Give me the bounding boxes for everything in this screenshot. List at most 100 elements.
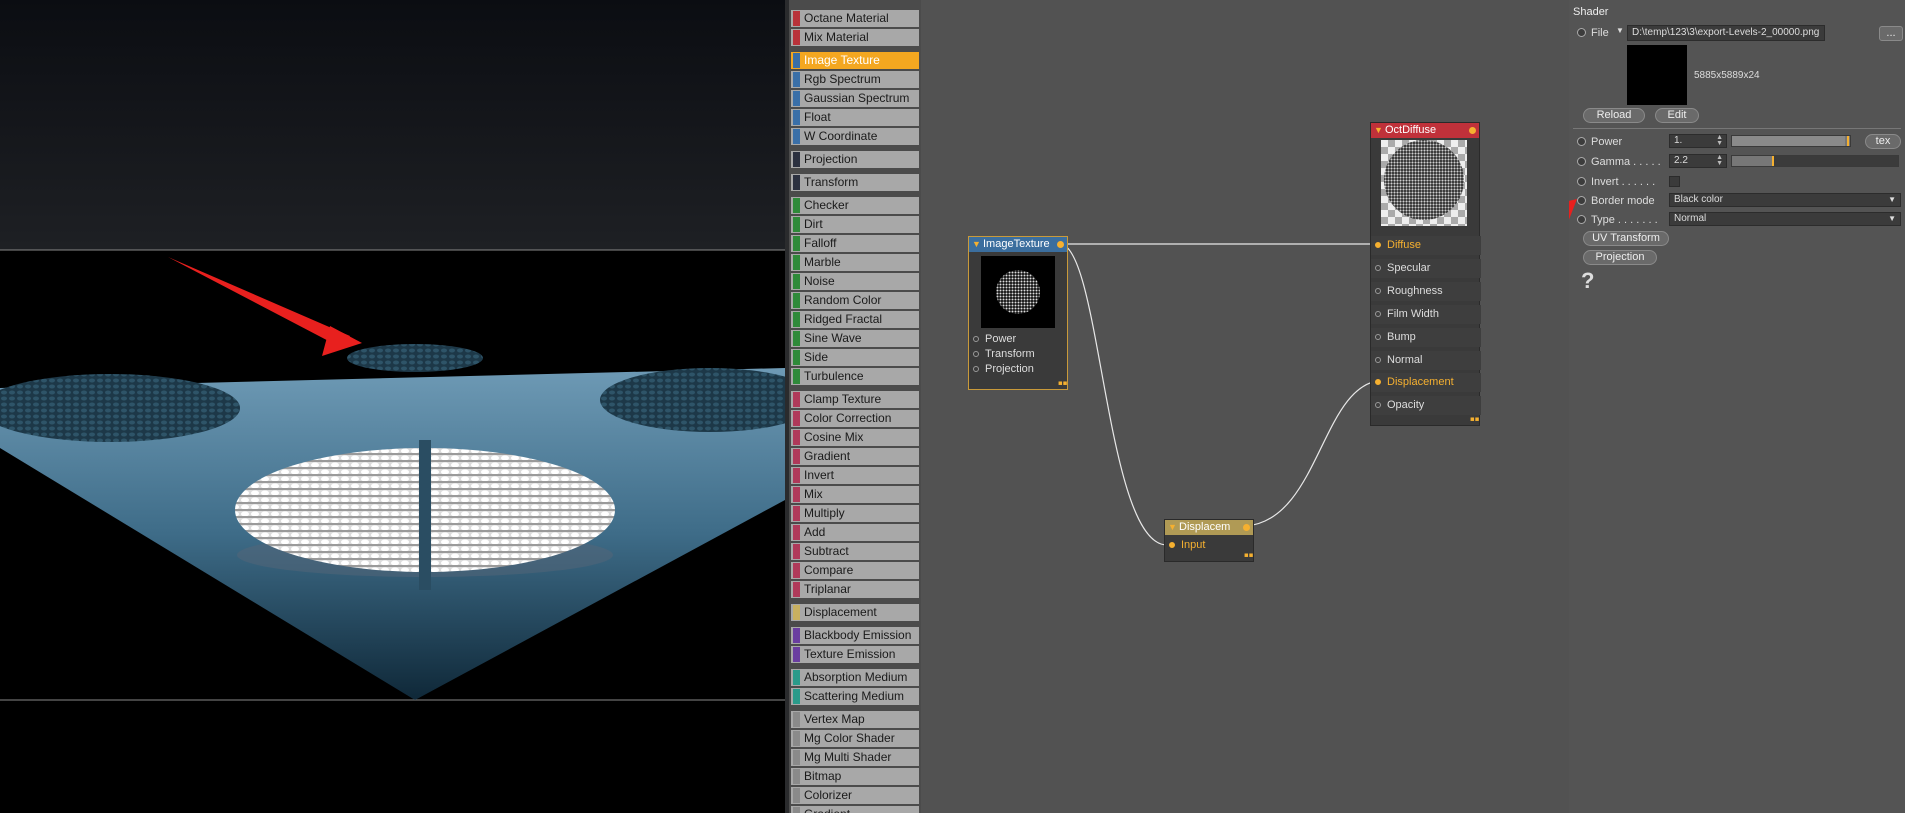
node-category-item[interactable]: Mix <box>791 486 919 503</box>
gamma-slider[interactable] <box>1731 155 1899 167</box>
category-color-swatch <box>793 468 800 483</box>
category-color-swatch <box>793 331 800 346</box>
port-bump[interactable]: Bump <box>1371 328 1481 347</box>
node-category-item[interactable]: Ridged Fractal <box>791 311 919 328</box>
node-category-item[interactable]: Color Correction <box>791 410 919 427</box>
node-category-item[interactable]: Noise <box>791 273 919 290</box>
port-normal[interactable]: Normal <box>1371 351 1481 370</box>
collapse-triangle-icon[interactable]: ▼ <box>972 237 981 252</box>
uv-transform-button[interactable]: UV Transform <box>1583 231 1669 246</box>
category-color-swatch <box>793 647 800 662</box>
power-radio[interactable] <box>1577 137 1586 146</box>
file-radio[interactable] <box>1577 28 1586 37</box>
node-category-item[interactable]: Transform <box>791 174 919 191</box>
node-category-item[interactable]: Clamp Texture <box>791 391 919 408</box>
node-category-item[interactable]: Octane Material <box>791 10 919 27</box>
node-category-item[interactable]: Checker <box>791 197 919 214</box>
node-category-item[interactable]: Scattering Medium <box>791 688 919 705</box>
node-category-item[interactable]: Blackbody Emission <box>791 627 919 644</box>
port-projection[interactable]: Projection <box>969 360 1034 379</box>
port-displacement[interactable]: Displacement <box>1371 373 1481 392</box>
dropdown-arrow-icon: ▼ <box>1888 214 1896 223</box>
node-category-item[interactable]: Marble <box>791 254 919 271</box>
image-texture-node[interactable]: ▼ ImageTexture Power Transform Projectio… <box>968 236 1068 390</box>
reload-button[interactable]: Reload <box>1583 108 1645 123</box>
node-category-item[interactable]: Side <box>791 349 919 366</box>
node-category-item[interactable]: Dirt <box>791 216 919 233</box>
node-category-item[interactable]: Random Color <box>791 292 919 309</box>
node-category-item[interactable]: Rgb Spectrum <box>791 71 919 88</box>
port-input[interactable]: Input <box>1165 536 1205 555</box>
gamma-radio[interactable] <box>1577 157 1586 166</box>
node-category-item[interactable]: Mg Color Shader <box>791 730 919 747</box>
node-category-item[interactable]: Cosine Mix <box>791 429 919 446</box>
oct-diffuse-node[interactable]: ▼ OctDiffuse Diffuse Specular Roughness … <box>1370 122 1481 426</box>
connection-displacement-material <box>1245 379 1386 527</box>
port-diffuse[interactable]: Diffuse <box>1371 236 1481 255</box>
node-category-item[interactable]: Gradient <box>791 806 919 813</box>
output-port-dot[interactable] <box>1243 524 1250 531</box>
node-category-item[interactable]: Triplanar <box>791 581 919 598</box>
node-category-item[interactable]: Texture Emission <box>791 646 919 663</box>
node-category-item[interactable]: Subtract <box>791 543 919 560</box>
type-dropdown[interactable]: Normal ▼ <box>1669 212 1901 226</box>
collapse-triangle-icon[interactable]: ▼ <box>1168 520 1177 535</box>
projection-button[interactable]: Projection <box>1583 250 1657 265</box>
node-category-item[interactable]: Mix Material <box>791 29 919 46</box>
port-specular[interactable]: Specular <box>1371 259 1481 278</box>
border-mode-radio[interactable] <box>1577 196 1586 205</box>
node-category-item[interactable]: W Coordinate <box>791 128 919 145</box>
spinner-icon[interactable]: ▲ ▼ <box>1716 155 1723 167</box>
node-header[interactable]: ▼ OctDiffuse <box>1371 123 1479 138</box>
node-category-item[interactable]: Mg Multi Shader <box>791 749 919 766</box>
port-opacity[interactable]: Opacity <box>1371 396 1481 415</box>
border-mode-dropdown[interactable]: Black color ▼ <box>1669 193 1901 207</box>
gamma-label: Gamma . . . . . <box>1591 156 1661 168</box>
power-slider[interactable] <box>1731 135 1851 147</box>
resize-handle-icon[interactable]: ▪▪ <box>1058 380 1068 387</box>
gamma-input[interactable]: 2.2 ▲ ▼ <box>1669 154 1727 168</box>
edit-button[interactable]: Edit <box>1655 108 1699 123</box>
type-radio[interactable] <box>1577 215 1586 224</box>
node-category-item[interactable]: Turbulence <box>791 368 919 385</box>
tex-button[interactable]: tex <box>1865 134 1901 149</box>
node-category-item[interactable]: Colorizer <box>791 787 919 804</box>
node-category-item[interactable]: Sine Wave <box>791 330 919 347</box>
node-category-item[interactable]: Vertex Map <box>791 711 919 728</box>
node-category-item[interactable]: Image Texture <box>791 52 919 69</box>
file-dropdown-arrow-icon[interactable]: ▼ <box>1616 26 1624 35</box>
node-category-item[interactable]: Absorption Medium <box>791 669 919 686</box>
node-category-item[interactable]: Compare <box>791 562 919 579</box>
help-icon[interactable]: ? <box>1581 268 1594 294</box>
port-roughness[interactable]: Roughness <box>1371 282 1481 301</box>
output-port-dot[interactable] <box>1469 127 1476 134</box>
browse-button[interactable]: ... <box>1879 26 1903 41</box>
file-path-field[interactable]: D:\temp\123\3\export-Levels-2_00000.png <box>1627 25 1825 41</box>
node-category-item[interactable]: Displacement <box>791 604 919 621</box>
node-category-item[interactable]: Add <box>791 524 919 541</box>
invert-radio[interactable] <box>1577 177 1586 186</box>
node-category-item[interactable]: Float <box>791 109 919 126</box>
node-header[interactable]: ▼ ImageTexture <box>969 237 1067 252</box>
node-category-item[interactable]: Falloff <box>791 235 919 252</box>
power-input[interactable]: 1. ▲ ▼ <box>1669 134 1727 148</box>
render-viewport[interactable] <box>0 0 785 813</box>
node-category-item[interactable]: Multiply <box>791 505 919 522</box>
node-category-item[interactable]: Gaussian Spectrum <box>791 90 919 107</box>
node-category-label: Subtract <box>804 544 849 558</box>
node-category-item[interactable]: Invert <box>791 467 919 484</box>
node-graph[interactable]: ▼ ImageTexture Power Transform Projectio… <box>921 0 1569 813</box>
resize-handle-icon[interactable]: ▪▪ <box>1244 552 1254 559</box>
spinner-icon[interactable]: ▲ ▼ <box>1716 135 1723 147</box>
resize-handle-icon[interactable]: ▪▪ <box>1470 416 1480 423</box>
node-category-item[interactable]: Bitmap <box>791 768 919 785</box>
displacement-node[interactable]: ▼ Displacem Input ▪▪ <box>1164 519 1254 562</box>
node-header[interactable]: ▼ Displacem <box>1165 520 1253 535</box>
node-title: Displacem <box>1179 521 1231 533</box>
invert-checkbox[interactable] <box>1669 176 1680 187</box>
collapse-triangle-icon[interactable]: ▼ <box>1374 123 1383 138</box>
node-category-item[interactable]: Projection <box>791 151 919 168</box>
port-film-width[interactable]: Film Width <box>1371 305 1481 324</box>
output-port-dot[interactable] <box>1057 241 1064 248</box>
node-category-item[interactable]: Gradient <box>791 448 919 465</box>
